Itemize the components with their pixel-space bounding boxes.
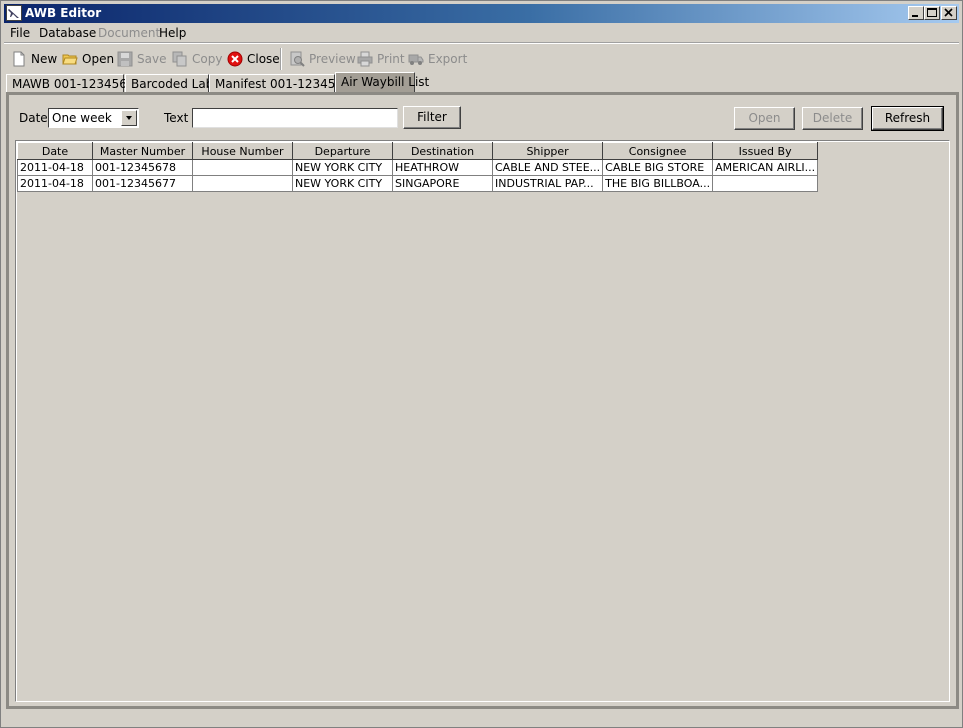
maximize-button[interactable] [924,6,940,20]
preview-button[interactable]: Preview [289,48,356,69]
column-header-date[interactable]: Date [17,142,93,160]
column-header-house-number[interactable]: House Number [192,142,293,160]
waybill-table-area: Date Master Number House Number Departur… [15,140,950,702]
column-header-issued-by[interactable]: Issued By [712,142,819,160]
refresh-button[interactable]: Refresh [871,106,944,131]
truck-icon [408,51,424,67]
cell-consignee[interactable]: CABLE BIG STORE [602,159,714,176]
table-row[interactable]: 2011-04-18 001-12345678 NEW YORK CITY HE… [17,159,819,176]
filter-button[interactable]: Filter [403,106,461,129]
cell-shipper[interactable]: INDUSTRIAL PAP... [491,175,604,192]
cell-house-number[interactable] [192,159,293,176]
column-header-destination[interactable]: Destination [392,142,493,160]
title-bar[interactable]: AWB Editor [4,4,959,23]
tab-manifest[interactable]: Manifest 001-12345678 [209,74,358,93]
cell-shipper[interactable]: CABLE AND STEE... [491,159,604,176]
export-button[interactable]: Export [408,48,467,69]
cell-destination[interactable]: SINGAPORE [392,175,493,192]
cell-departure[interactable]: NEW YORK CITY [292,175,393,192]
print-button[interactable]: Print [357,48,405,69]
close-label: Close [247,51,280,66]
cell-consignee[interactable]: THE BIG BILLBOA... [602,175,714,192]
save-button[interactable]: Save [117,48,166,69]
column-header-master-number[interactable]: Master Number [92,142,193,160]
print-label: Print [377,51,405,66]
airplane-icon [6,5,22,21]
cell-date[interactable]: 2011-04-18 [17,175,93,192]
waybill-table: Date Master Number House Number Departur… [17,142,819,192]
app-window: AWB Editor File Database Document Help N… [0,0,963,728]
toolbar-separator [280,48,282,70]
tab-air-waybill-list[interactable]: Air Waybill List [335,72,429,93]
printer-icon [357,51,373,67]
tab-barcoded-label[interactable]: Barcoded Label [125,74,224,93]
menu-document[interactable]: Document [98,26,160,40]
column-header-consignee[interactable]: Consignee [602,142,714,160]
date-range-value: One week [52,111,112,125]
copy-label: Copy [192,51,223,66]
preview-icon [289,51,305,67]
column-header-shipper[interactable]: Shipper [491,142,604,160]
new-document-icon [11,51,27,67]
open-button[interactable]: Open [62,48,114,69]
column-header-departure[interactable]: Departure [292,142,393,160]
cell-date[interactable]: 2011-04-18 [17,159,93,176]
date-label: Date [19,111,48,125]
cell-issued-by[interactable]: AMERICAN AIRLI... [712,159,819,176]
date-range-select[interactable]: One week [48,108,139,128]
open-label: Open [82,51,115,66]
preview-label: Preview [309,51,356,66]
new-button[interactable]: New [11,48,57,69]
cell-master-number[interactable]: 001-12345677 [92,175,193,192]
menu-file[interactable]: File [10,26,30,40]
copy-button[interactable]: Copy [172,48,222,69]
export-label: Export [428,51,468,66]
menu-bar: File Database Document Help [4,24,959,42]
menu-separator [4,42,959,44]
open-folder-icon [62,51,78,67]
chevron-down-icon[interactable] [121,110,137,126]
menu-help[interactable]: Help [159,26,186,40]
text-label: Text [164,111,189,125]
cell-departure[interactable]: NEW YORK CITY [292,159,393,176]
save-label: Save [137,51,167,66]
window-title: AWB Editor [25,6,102,20]
menu-database[interactable]: Database [39,26,96,40]
new-label: New [31,51,58,66]
open-record-button[interactable]: Open [734,107,795,130]
text-filter-input[interactable] [192,108,398,128]
window-close-button[interactable] [941,6,957,20]
cell-destination[interactable]: HEATHROW [392,159,493,176]
cell-issued-by[interactable] [712,175,819,192]
cell-house-number[interactable] [192,175,293,192]
close-button[interactable]: Close [227,48,280,69]
cell-master-number[interactable]: 001-12345678 [92,159,193,176]
table-header-row: Date Master Number House Number Departur… [17,142,819,160]
close-circle-icon [227,51,243,67]
minimize-button[interactable] [908,6,924,20]
toolbar: New Open Save Copy Close Preview Print E… [4,45,959,72]
tab-mawb[interactable]: MAWB 001-12345678 [6,74,142,93]
copy-icon [172,51,188,67]
table-row[interactable]: 2011-04-18 001-12345677 NEW YORK CITY SI… [17,175,819,192]
delete-button[interactable]: Delete [802,107,863,130]
save-disk-icon [117,51,133,67]
